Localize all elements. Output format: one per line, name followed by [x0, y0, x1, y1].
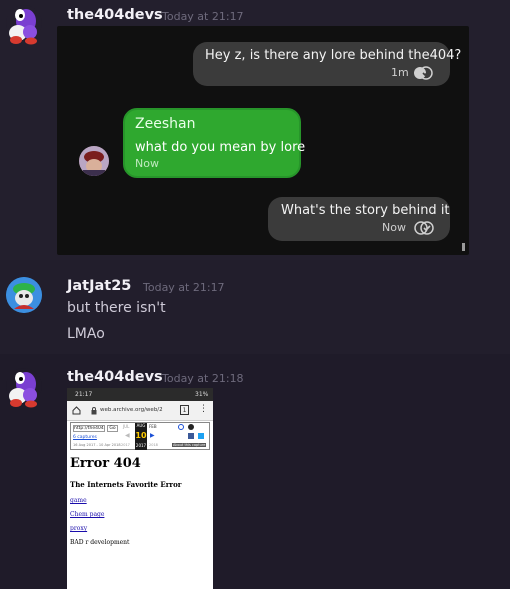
page-subheading: The Internets Favorite Error — [70, 480, 182, 489]
link-game[interactable]: game — [70, 497, 87, 504]
message-text: but there isn't — [67, 300, 166, 316]
author-name[interactable]: the404devs — [67, 369, 163, 385]
plain-text: BAD r development — [70, 539, 130, 546]
yoshi-avatar-icon — [9, 9, 37, 45]
bubble-text: what do you mean by lore — [135, 140, 306, 155]
page-heading: Error 404 — [70, 456, 141, 471]
yoshi-avatar[interactable] — [6, 5, 42, 45]
browser-bar: web.archive.org/web/2 1 ⋮ — [67, 401, 213, 421]
scroll-indicator — [462, 243, 465, 251]
captures-link[interactable]: 6 captures — [73, 435, 97, 440]
contact-avatar — [79, 146, 109, 176]
yoshi-avatar[interactable] — [6, 368, 42, 408]
jatjat-avatar[interactable] — [6, 277, 42, 313]
timestamp: Today at 21:17 — [162, 10, 244, 23]
year-prev: 2017 — [121, 443, 130, 447]
next-arrow-icon[interactable]: ▶ — [150, 432, 155, 439]
year-next: 2018 — [149, 443, 158, 447]
wayback-url-input[interactable]: http://the404 — [73, 425, 105, 432]
help-icon[interactable] — [178, 424, 184, 430]
more-menu-icon[interactable]: ⋮ — [199, 404, 208, 414]
month-next[interactable]: FEB — [149, 424, 157, 429]
bubble-time: Now — [135, 157, 159, 170]
lock-icon — [91, 407, 97, 415]
twitter-icon[interactable] — [198, 433, 204, 439]
day-number: 10 — [135, 431, 147, 440]
author-name[interactable]: JatJat25 — [67, 278, 131, 294]
chat-bubble-received: Zeeshan what do you mean by lore Now — [123, 108, 305, 178]
message-text: LMAo — [67, 326, 105, 342]
link-chem-page[interactable]: Chem page — [70, 511, 104, 518]
chat-screenshot[interactable]: Hey z, is there any lore behind the404? … — [57, 26, 469, 255]
user-icon[interactable] — [188, 424, 194, 430]
capture-range: 16 Aug 2017 - 10 Apr 2018 — [73, 443, 121, 447]
chat-bubble-sent: What's the story behind it Now — [268, 197, 450, 241]
about-capture-link[interactable]: About this capture — [172, 443, 207, 447]
go-button[interactable]: Go — [107, 425, 118, 432]
phone-screenshot[interactable]: 21:17 31% web.archive.org/web/2 1 ⋮ http… — [67, 388, 213, 589]
prev-arrow-icon[interactable]: ◀ — [125, 432, 130, 439]
bubble-text: What's the story behind it — [281, 203, 450, 218]
timestamp: Today at 21:18 — [162, 372, 244, 385]
chat-bubble-sent: Hey z, is there any lore behind the404? … — [193, 42, 461, 86]
bubble-text: Hey z, is there any lore behind the404? — [205, 48, 462, 63]
year-current: 2017 — [135, 443, 147, 448]
read-receipt-icon — [414, 221, 434, 235]
timestamp: Today at 21:17 — [143, 281, 225, 294]
bubble-time: 1m — [391, 66, 409, 79]
url-field[interactable]: web.archive.org/web/2 — [100, 407, 172, 413]
person-avatar-icon — [79, 146, 109, 176]
message-group-2: JatJat25 Today at 21:17 but there isn't … — [0, 262, 510, 354]
month-prev[interactable]: JUL — [123, 424, 129, 429]
yoshi-avatar-icon — [9, 372, 37, 408]
bubble-time: Now — [382, 221, 406, 234]
link-proxy[interactable]: proxy — [70, 525, 87, 532]
character-avatar-icon — [6, 277, 42, 313]
message-group-1: the404devs Today at 21:17 Hey z, is ther… — [0, 0, 510, 260]
read-receipt-icon — [414, 66, 433, 80]
tab-count-button[interactable]: 1 — [180, 405, 189, 415]
author-name[interactable]: the404devs — [67, 7, 163, 23]
status-bar: 21:17 31% — [67, 388, 213, 401]
wayback-toolbar: http://the404 Go 6 captures 16 Aug 2017 … — [70, 422, 210, 450]
status-time: 21:17 — [75, 391, 93, 398]
facebook-icon[interactable] — [188, 433, 194, 439]
home-icon[interactable] — [72, 406, 81, 415]
sender-name: Zeeshan — [135, 116, 196, 132]
battery-level: 31% — [195, 391, 209, 398]
